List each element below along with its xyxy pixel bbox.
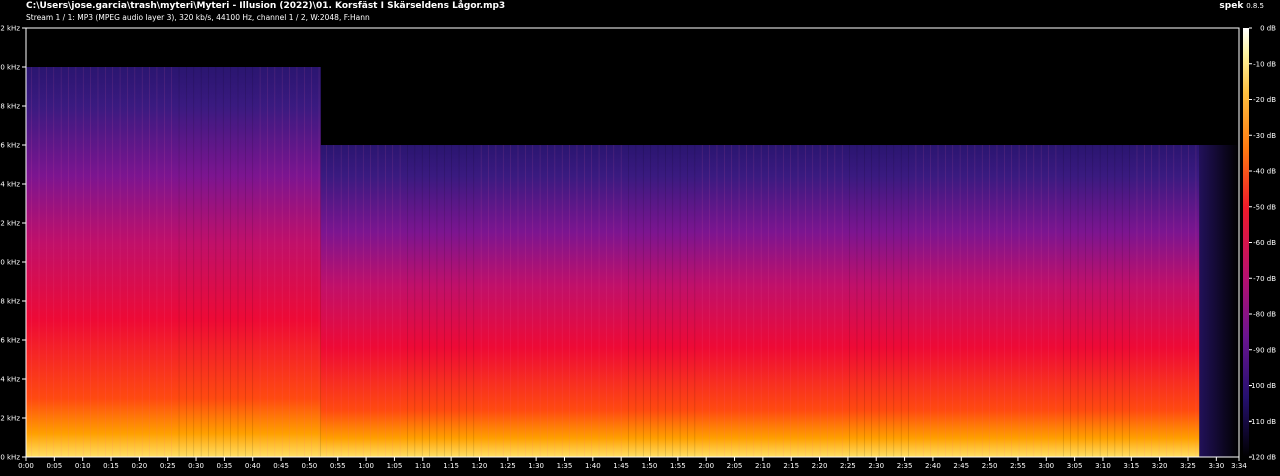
x-tick-label: 3:00	[1038, 462, 1054, 470]
colorbar-tick-label: -100 dB	[1249, 382, 1277, 390]
colorbar-tick-label: -90 dB	[1253, 346, 1276, 354]
x-tick-label: 3:34	[1231, 462, 1247, 470]
spectrum-region	[26, 67, 321, 457]
colorbar-tick-label: -40 dB	[1253, 168, 1276, 176]
x-tick-label: 0:25	[160, 462, 176, 470]
x-tick-label: 1:40	[585, 462, 601, 470]
y-tick-label: 8 kHz	[0, 298, 20, 306]
x-tick-label: 0:15	[103, 462, 119, 470]
x-tick-label: 0:50	[302, 462, 318, 470]
x-tick-label: 2:15	[783, 462, 799, 470]
colorbar-tick-label: -30 dB	[1253, 132, 1276, 140]
x-tick-label: 2:55	[1010, 462, 1026, 470]
spectrum-region	[320, 145, 1200, 457]
x-tick-label: 1:15	[443, 462, 459, 470]
y-tick-label: 18 kHz	[0, 103, 20, 111]
x-tick-label: 0:05	[46, 462, 62, 470]
x-tick-label: 0:20	[131, 462, 147, 470]
spectrum-region-fade	[1199, 145, 1239, 457]
x-tick-label: 0:40	[245, 462, 261, 470]
colorbar-tick-label: -20 dB	[1253, 96, 1276, 104]
y-tick-label: 16 kHz	[0, 142, 20, 150]
x-tick-label: 0:55	[330, 462, 346, 470]
x-tick-label: 1:10	[415, 462, 431, 470]
colorbar-tick-label: -60 dB	[1253, 239, 1276, 247]
colorbar-tick-label: -70 dB	[1253, 275, 1276, 283]
y-tick-label: 20 kHz	[0, 64, 20, 72]
x-tick-label: 2:30	[868, 462, 884, 470]
colorbar-tick-label: 0 dB	[1260, 25, 1276, 33]
y-tick-label: 0 kHz	[0, 454, 20, 462]
x-tick-label: 1:25	[500, 462, 516, 470]
x-tick-label: 2:10	[755, 462, 771, 470]
y-tick-label: 2 kHz	[0, 415, 20, 423]
x-tick-label: 1:50	[642, 462, 658, 470]
colorbar-tick-label: -110 dB	[1249, 418, 1277, 426]
y-tick-label: 12 kHz	[0, 220, 20, 228]
x-tick-label: 3:10	[1095, 462, 1111, 470]
colorbar-tick-label: -10 dB	[1253, 60, 1276, 68]
spectrogram-chart: 0 kHz 2 kHz 4 kHz 6 kHz 8 kHz 10 kHz 12 kHz 14 …	[0, 25, 1277, 471]
x-tick-label: 2:50	[982, 462, 998, 470]
x-tick-label: 1:00	[358, 462, 374, 470]
x-tick-label: 0:10	[75, 462, 91, 470]
y-tick-label: 4 kHz	[0, 376, 20, 384]
x-tick-label: 2:35	[897, 462, 913, 470]
colorbar-tick-label: -80 dB	[1253, 311, 1276, 319]
x-tick-label: 1:30	[528, 462, 544, 470]
y-tick-label: 22 kHz	[0, 25, 20, 33]
y-tick-label: 10 kHz	[0, 259, 20, 267]
x-tick-label: 0:45	[273, 462, 289, 470]
x-tick-label: 2:05	[727, 462, 743, 470]
colorbar-tick-label: -50 dB	[1253, 203, 1276, 211]
x-tick-label: 1:55	[670, 462, 686, 470]
x-tick-label: 0:00	[18, 462, 34, 470]
x-tick-label: 1:20	[472, 462, 488, 470]
x-tick-label: 3:05	[1067, 462, 1083, 470]
x-tick-label: 2:00	[698, 462, 714, 470]
x-tick-label: 1:35	[557, 462, 573, 470]
x-tick-label: 2:40	[925, 462, 941, 470]
x-tick-label: 2:20	[812, 462, 828, 470]
x-tick-label: 3:25	[1180, 462, 1196, 470]
colorbar-tick-label: -120 dB	[1249, 454, 1277, 462]
x-tick-label: 0:30	[188, 462, 204, 470]
x-tick-label: 2:45	[953, 462, 969, 470]
x-tick-label: 3:15	[1123, 462, 1139, 470]
x-tick-label: 3:20	[1152, 462, 1168, 470]
colorbar	[1243, 28, 1249, 457]
y-tick-label: 6 kHz	[0, 337, 20, 345]
y-tick-label: 14 kHz	[0, 181, 20, 189]
x-tick-label: 2:25	[840, 462, 856, 470]
x-tick-label: 0:35	[217, 462, 233, 470]
x-tick-label: 1:45	[613, 462, 629, 470]
x-tick-label: 3:30	[1208, 462, 1224, 470]
x-tick-label: 1:05	[387, 462, 403, 470]
